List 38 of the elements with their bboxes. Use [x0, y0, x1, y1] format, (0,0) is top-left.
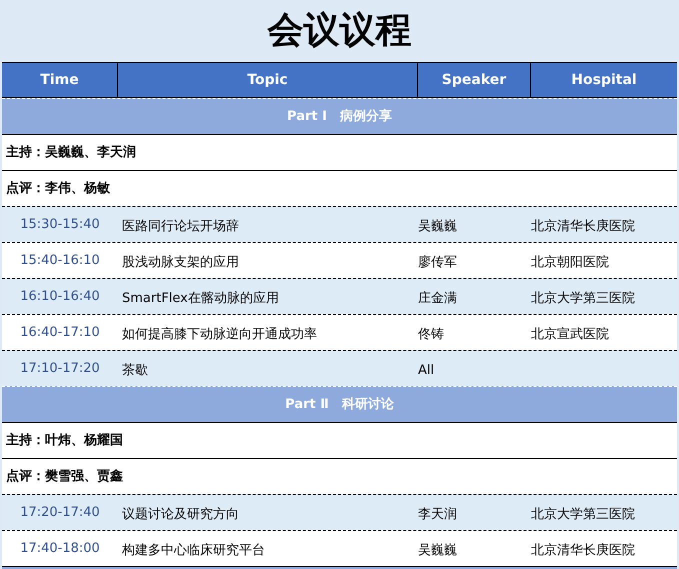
time-cell-text: 17:40-18:00: [20, 540, 100, 558]
speaker-cell: 佟铸: [418, 326, 444, 342]
hospital-cell: 北京宣武医院: [531, 326, 609, 342]
topic-cell: 茶歇: [122, 362, 148, 378]
topic-cell: 股浅动脉支架的应用: [122, 254, 239, 270]
topic-cell: 如何提高膝下动脉逆向开通成功率: [122, 326, 317, 342]
agenda-title: 会议议程: [268, 9, 412, 53]
speaker-cell: 吴巍巍: [418, 218, 457, 234]
column-header: Topic: [247, 70, 288, 90]
hospital-cell: 北京清华长庚医院: [531, 542, 635, 558]
speaker-cell: 吴巍巍: [418, 542, 457, 558]
time-cell-text: 15:30-15:40: [20, 216, 100, 234]
column-header: Time: [40, 70, 79, 90]
hospital-cell: 北京大学第三医院: [531, 290, 635, 306]
topic-cell: SmartFlex在髂动脉的应用: [122, 290, 279, 306]
column-header: Hospital: [571, 70, 637, 90]
hospital-cell: 北京大学第三医院: [531, 506, 635, 522]
moderator-note: 主持：叶炜、杨耀国: [6, 432, 123, 450]
section-header: Part Ⅰ 病例分享: [2, 98, 677, 134]
hospital-cell: 北京朝阳医院: [531, 254, 609, 270]
topic-cell: 医路同行论坛开场辞: [122, 218, 239, 234]
time-cell-text: 17:10-17:20: [20, 360, 100, 378]
speaker-cell: 李天润: [418, 506, 457, 522]
speaker-cell: All: [418, 362, 434, 378]
time-cell-text: 17:20-17:40: [20, 504, 100, 522]
topic-cell: 议题讨论及研究方向: [122, 506, 239, 522]
moderator-note: 点评：李伟、杨敏: [6, 180, 110, 198]
section-header: Part Ⅱ 科研讨论: [2, 386, 677, 422]
time-cell-text: 16:40-17:10: [20, 324, 100, 342]
time-cell-text: 15:40-16:10: [20, 252, 100, 270]
speaker-cell: 廖传军: [418, 254, 457, 270]
time-cell-text: 16:10-16:40: [20, 288, 100, 306]
speaker-cell: 庄金满: [418, 290, 457, 306]
column-header: Speaker: [442, 70, 506, 90]
topic-cell: 构建多中心临床研究平台: [122, 542, 265, 558]
moderator-note: 主持：吴巍巍、李天润: [6, 144, 136, 162]
moderator-note: 点评：樊雪强、贾鑫: [6, 468, 123, 486]
hospital-cell: 北京清华长庚医院: [531, 218, 635, 234]
